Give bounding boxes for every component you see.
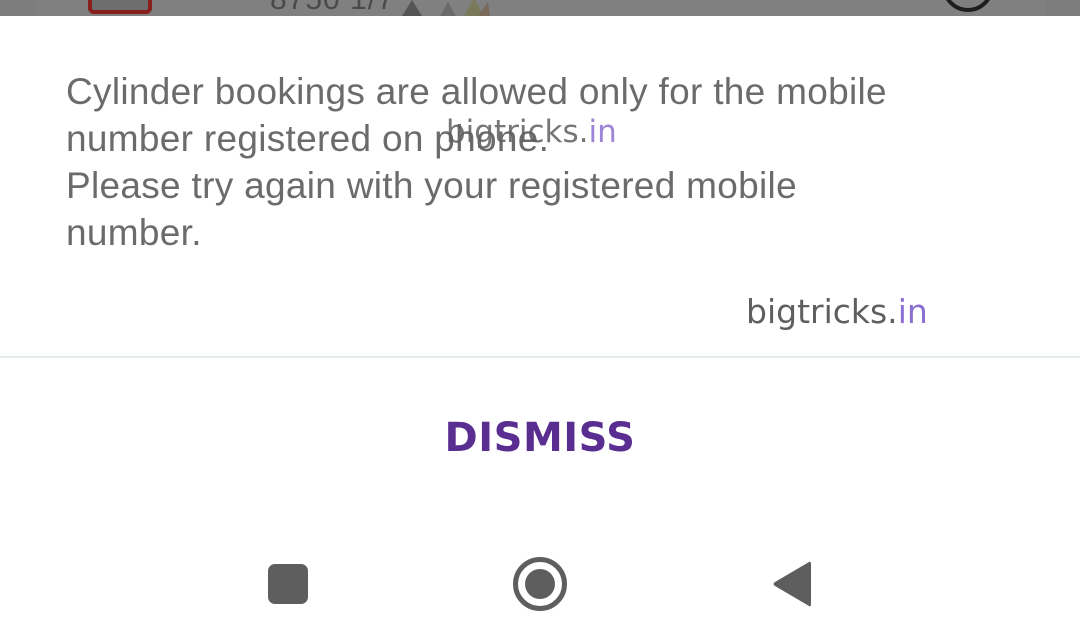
watermark-tld: in bbox=[897, 292, 928, 331]
app-logo-icon bbox=[88, 0, 152, 14]
watermark-tld: in bbox=[588, 114, 617, 150]
dialog-divider bbox=[0, 356, 1080, 358]
background-app-strip: 8750 1/7 bbox=[0, 0, 1080, 16]
dialog-message-line: Cylinder bookings are allowed only for t… bbox=[66, 71, 887, 112]
circle-home-icon bbox=[513, 557, 567, 611]
watermark-right: bigtricks.in bbox=[746, 292, 928, 331]
dismiss-button[interactable]: DISMISS bbox=[340, 398, 740, 478]
background-app-panel bbox=[36, 0, 1046, 16]
background-phone-number: 8750 1/7 bbox=[270, 0, 395, 16]
dialog-message-line: Please try again with your registered mo… bbox=[66, 165, 797, 206]
dialog-message: Cylinder bookings are allowed only for t… bbox=[66, 68, 1006, 256]
triangle-back-icon bbox=[773, 561, 811, 607]
watermark-text: bigtricks. bbox=[446, 114, 589, 150]
home-button[interactable] bbox=[500, 544, 580, 624]
navigation-bar bbox=[0, 526, 1080, 644]
error-dialog: Cylinder bookings are allowed only for t… bbox=[0, 16, 1080, 526]
square-recents-icon bbox=[268, 564, 308, 604]
watermark-text: bigtricks. bbox=[746, 292, 898, 331]
upi-logo-icon bbox=[402, 0, 490, 16]
recents-button[interactable] bbox=[248, 544, 328, 624]
back-button[interactable] bbox=[752, 544, 832, 624]
screen: 8750 1/7 Cylinder bookings are allowed o… bbox=[0, 0, 1080, 644]
dialog-message-line: number. bbox=[66, 212, 202, 253]
watermark-center: bigtricks.in bbox=[446, 114, 617, 150]
